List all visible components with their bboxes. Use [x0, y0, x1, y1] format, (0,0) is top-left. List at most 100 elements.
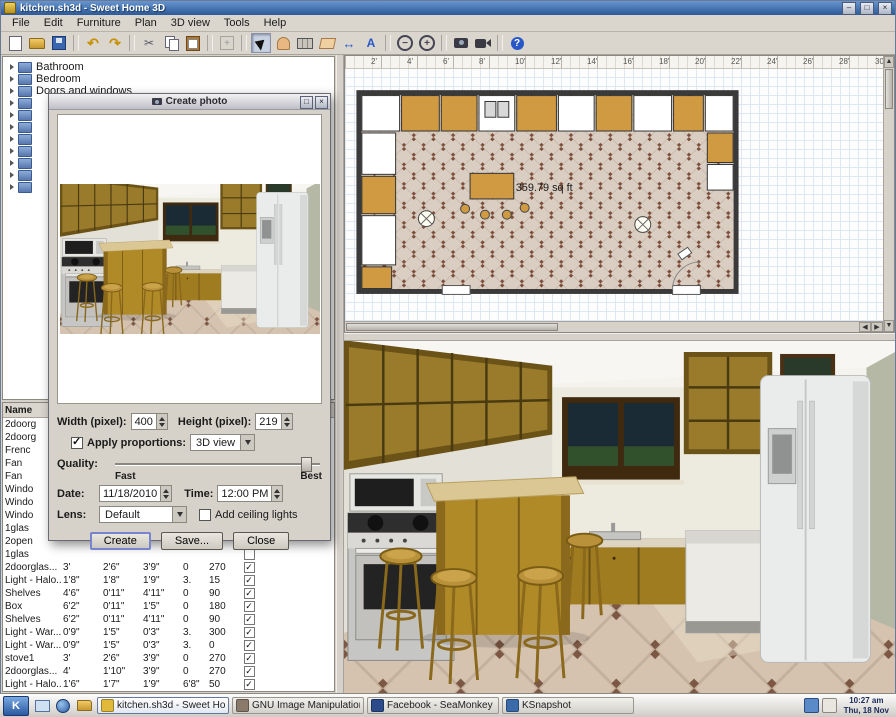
visible-checkbox[interactable]: ✓ — [244, 679, 255, 690]
furniture-row[interactable]: 2doorglas... 3' 2'6" 3'9" 0 270 ✓ — [3, 561, 334, 574]
paste-button[interactable] — [183, 33, 203, 53]
home-folder-icon[interactable] — [74, 697, 94, 715]
expand-arrow-icon[interactable] — [10, 76, 14, 82]
quality-slider[interactable] — [113, 456, 322, 471]
expand-arrow-icon[interactable] — [10, 148, 14, 154]
create-walls-button[interactable] — [295, 33, 315, 53]
height-spinner[interactable]: 219 — [255, 413, 292, 430]
combo-arrow-icon[interactable] — [240, 435, 254, 450]
open-button[interactable] — [27, 33, 47, 53]
zoom-out-button[interactable] — [395, 33, 415, 53]
k-menu-button[interactable]: K — [3, 696, 29, 716]
close-button[interactable]: × — [878, 2, 892, 15]
menu-item[interactable]: Help — [257, 16, 294, 30]
menu-item[interactable]: Edit — [37, 16, 70, 30]
clipboard-tray-icon[interactable] — [822, 698, 837, 713]
task-button[interactable]: KSnapshot — [502, 697, 634, 714]
menu-item[interactable]: Furniture — [70, 16, 128, 30]
furniture-row[interactable]: Light - Halo... 1'6" 1'7" 1'9" 6'8" 50 ✓ — [3, 691, 334, 692]
furniture-row[interactable]: Light - War... 0'9" 1'5" 0'3" 3. 300 ✓ — [3, 626, 334, 639]
task-button[interactable]: kitchen.sh3d - Sweet Hom... — [97, 697, 229, 714]
minimize-button[interactable]: – — [842, 2, 856, 15]
help-button[interactable] — [507, 33, 527, 53]
furniture-row[interactable]: Light - War... 0'9" 1'5" 0'3" 3. 0 ✓ — [3, 639, 334, 652]
date-spinner[interactable]: 11/18/2010 — [99, 485, 172, 502]
scrollbar-thumb[interactable] — [885, 69, 893, 109]
combo-arrow-icon[interactable] — [172, 507, 186, 522]
menu-item[interactable]: Tools — [217, 16, 257, 30]
lens-combobox[interactable]: Default — [99, 506, 187, 523]
add-furniture-button[interactable] — [217, 33, 237, 53]
plan-canvas[interactable]: 359.79 sq ft — [345, 69, 883, 321]
menu-item[interactable]: 3D view — [164, 16, 217, 30]
menu-item[interactable]: File — [5, 16, 37, 30]
visible-checkbox[interactable]: ✓ — [244, 575, 255, 586]
scroll-right-button[interactable]: ▶ — [871, 322, 883, 332]
furniture-row[interactable]: Light - Halo... 1'8" 1'8" 1'9" 3. 15 ✓ — [3, 574, 334, 587]
expand-arrow-icon[interactable] — [10, 172, 14, 178]
visible-checkbox[interactable]: ✓ — [244, 666, 255, 677]
view-combobox[interactable]: 3D view — [190, 434, 255, 451]
expand-arrow-icon[interactable] — [10, 100, 14, 106]
expand-arrow-icon[interactable] — [10, 136, 14, 142]
create-dimensions-button[interactable] — [339, 33, 359, 53]
room-area-label[interactable]: 359.79 sq ft — [516, 182, 573, 194]
3d-view[interactable] — [344, 341, 895, 693]
visible-checkbox[interactable]: ✓ — [244, 562, 255, 573]
dialog-close-button[interactable]: × — [315, 96, 328, 109]
horizontal-splitter[interactable] — [344, 333, 895, 341]
dialog-restore-button[interactable]: □ — [300, 96, 313, 109]
create-video-button[interactable] — [473, 33, 493, 53]
select-tool-button[interactable] — [251, 33, 271, 53]
cut-button[interactable] — [139, 33, 159, 53]
ceiling-lights-checkbox[interactable] — [199, 509, 211, 521]
visible-checkbox[interactable]: ✓ — [244, 588, 255, 599]
expand-arrow-icon[interactable] — [10, 160, 14, 166]
spinner-arrows-icon[interactable] — [271, 486, 282, 501]
plan-vertical-scrollbar[interactable]: ▲ ▼ — [883, 56, 894, 332]
catalog-category[interactable]: Bedroom — [3, 73, 334, 85]
visible-checkbox[interactable] — [244, 549, 255, 560]
scrollbar-thumb[interactable] — [346, 323, 558, 331]
furniture-row[interactable]: Light - Halo... 1'6" 1'7" 1'9" 6'8" 50 ✓ — [3, 678, 334, 691]
scroll-up-button[interactable]: ▲ — [884, 56, 894, 68]
save-button[interactable] — [49, 33, 69, 53]
create-rooms-button[interactable] — [317, 33, 337, 53]
save-photo-button[interactable]: Save... — [161, 532, 223, 550]
close-dialog-button[interactable]: Close — [233, 532, 289, 550]
show-desktop-icon[interactable] — [32, 697, 52, 715]
maximize-button[interactable]: □ — [860, 2, 874, 15]
new-home-button[interactable] — [5, 33, 25, 53]
vertical-splitter[interactable] — [336, 55, 344, 693]
task-button[interactable]: GNU Image Manipulation Pr... — [232, 697, 364, 714]
visible-checkbox[interactable]: ✓ — [244, 601, 255, 612]
plan-horizontal-scrollbar[interactable]: ◀ ▶ — [345, 321, 883, 332]
furniture-row[interactable]: Box 6'2" 0'11" 1'5" 0 180 ✓ — [3, 600, 334, 613]
visible-checkbox[interactable]: ✓ — [244, 627, 255, 638]
create-photo-button[interactable] — [451, 33, 471, 53]
undo-button[interactable] — [83, 33, 103, 53]
dialog-titlebar[interactable]: Create photo □ × — [49, 94, 330, 110]
apply-proportions-checkbox[interactable] — [71, 437, 83, 449]
expand-arrow-icon[interactable] — [10, 112, 14, 118]
spinner-arrows-icon[interactable] — [160, 486, 171, 501]
web-browser-icon[interactable] — [53, 697, 73, 715]
copy-button[interactable] — [161, 33, 181, 53]
taskbar-clock[interactable]: 10:27 am Thu, 18 Nov — [840, 696, 893, 715]
task-button[interactable]: Facebook - SeaMonkey — [367, 697, 499, 714]
scroll-down-button[interactable]: ▼ — [884, 320, 894, 332]
catalog-category[interactable]: Bathroom — [3, 61, 334, 73]
furniture-row[interactable]: Shelves 6'2" 0'11" 4'11" 0 90 ✓ — [3, 613, 334, 626]
pan-tool-button[interactable] — [273, 33, 293, 53]
create-button[interactable]: Create — [90, 532, 151, 550]
furniture-row[interactable]: Shelves 4'6" 0'11" 4'11" 0 90 ✓ — [3, 587, 334, 600]
spinner-arrows-icon[interactable] — [156, 414, 167, 429]
time-spinner[interactable]: 12:00 PM — [217, 485, 283, 502]
expand-arrow-icon[interactable] — [10, 88, 14, 94]
redo-button[interactable] — [105, 33, 125, 53]
window-titlebar[interactable]: kitchen.sh3d - Sweet Home 3D – □ × — [1, 1, 895, 15]
width-spinner[interactable]: 400 — [131, 413, 168, 430]
expand-arrow-icon[interactable] — [10, 184, 14, 190]
scroll-left-button[interactable]: ◀ — [859, 322, 871, 332]
expand-arrow-icon[interactable] — [10, 124, 14, 130]
